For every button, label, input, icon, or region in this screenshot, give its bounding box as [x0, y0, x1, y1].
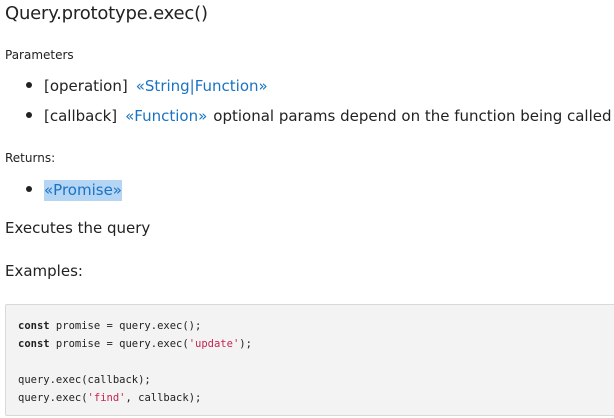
code-line: const promise = query.exec();	[18, 320, 202, 332]
type-link-string-function[interactable]: «String|Function»	[136, 77, 268, 95]
param-item-operation: [operation] «String|Function»	[26, 75, 268, 97]
bullet-icon	[26, 111, 32, 118]
parameters-heading: Parameters	[5, 48, 74, 62]
page-title: Query.prototype.exec()	[5, 3, 208, 24]
param-item-callback: [callback] «Function» optional params depe…	[26, 105, 612, 127]
param-name: [callback]	[44, 107, 118, 125]
return-item: «Promise»	[26, 179, 122, 201]
bullet-icon	[26, 185, 32, 192]
examples-heading: Examples:	[5, 262, 83, 280]
returns-heading: Returns:	[5, 151, 56, 165]
method-description: Executes the query	[5, 219, 151, 237]
code-content: const promise = query.exec(); const prom…	[18, 317, 252, 407]
code-line: query.exec('find', callback);	[18, 392, 202, 404]
code-block: const promise = query.exec(); const prom…	[5, 304, 614, 416]
param-name: [operation]	[44, 77, 128, 95]
bullet-icon	[26, 81, 32, 88]
type-link-promise[interactable]: «Promise»	[44, 180, 122, 201]
type-link-function[interactable]: «Function»	[125, 107, 207, 125]
param-description: optional params depend on the function b…	[213, 107, 612, 125]
code-line: query.exec(callback);	[18, 374, 151, 386]
code-line: const promise = query.exec('update');	[18, 338, 252, 350]
